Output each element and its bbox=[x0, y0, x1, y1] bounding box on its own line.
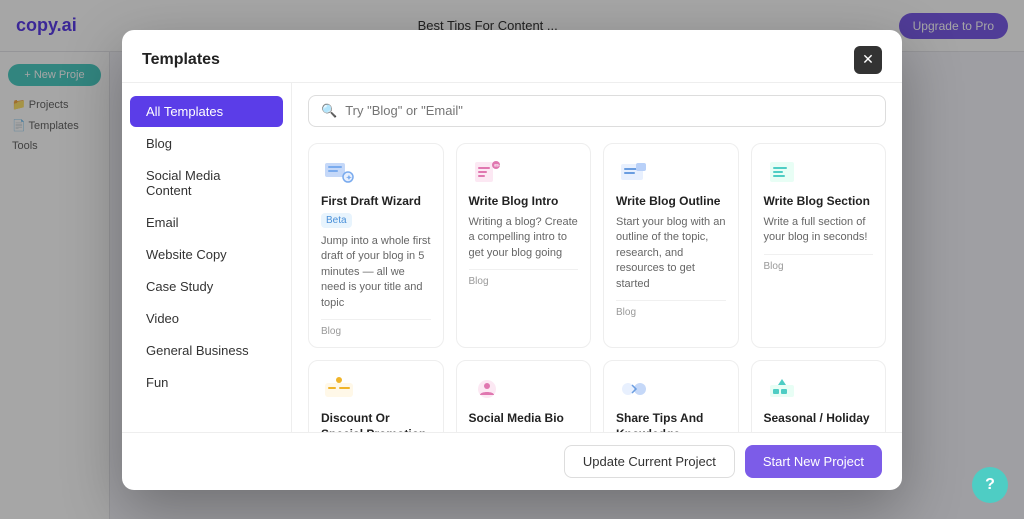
search-icon: 🔍 bbox=[321, 103, 337, 119]
nav-item-website-copy[interactable]: Website Copy bbox=[130, 239, 283, 270]
nav-item-all-templates[interactable]: All Templates bbox=[130, 96, 283, 127]
svg-text:✦: ✦ bbox=[346, 174, 352, 182]
card-icon-5 bbox=[469, 375, 505, 403]
svg-text:✏: ✏ bbox=[494, 163, 500, 170]
card-icon-1: ✏ bbox=[469, 158, 505, 186]
beta-badge: Beta bbox=[321, 213, 352, 228]
nav-item-email[interactable]: Email bbox=[130, 207, 283, 238]
template-cards-grid: ✦ First Draft WizardBeta Jump into a whole… bbox=[292, 135, 902, 432]
template-card-3[interactable]: Write Blog Section Write a full section o… bbox=[751, 143, 887, 349]
card-desc-1: Writing a blog? Create a compelling intr… bbox=[469, 215, 579, 261]
card-icon-4 bbox=[321, 375, 357, 403]
card-desc-0: Jump into a whole first draft of your bl… bbox=[321, 234, 431, 311]
modal-footer: Update Current Project Start New Project bbox=[122, 432, 902, 490]
modal-body: All TemplatesBlogSocial Media ContentEma… bbox=[122, 83, 902, 432]
card-title-3: Write Blog Section bbox=[764, 194, 874, 210]
card-title-1: Write Blog Intro bbox=[469, 194, 579, 210]
update-project-button[interactable]: Update Current Project bbox=[564, 445, 735, 478]
nav-item-fun[interactable]: Fun bbox=[130, 367, 283, 398]
template-content-area: 🔍 ✦ First Draft WizardBeta Jump into a who… bbox=[292, 83, 902, 432]
template-card-2[interactable]: Write Blog Outline Start your blog with a… bbox=[603, 143, 739, 349]
card-title-2: Write Blog Outline bbox=[616, 194, 726, 210]
template-card-0[interactable]: ✦ First Draft WizardBeta Jump into a whole… bbox=[308, 143, 444, 349]
templates-modal: Templates ✕ All TemplatesBlogSocial Medi… bbox=[122, 30, 902, 490]
start-new-project-button[interactable]: Start New Project bbox=[745, 445, 882, 478]
card-category-3: Blog bbox=[764, 254, 874, 272]
nav-item-blog[interactable]: Blog bbox=[130, 128, 283, 159]
nav-item-general-business[interactable]: General Business bbox=[130, 335, 283, 366]
card-category-2: Blog bbox=[616, 300, 726, 318]
template-category-nav: All TemplatesBlogSocial Media ContentEma… bbox=[122, 83, 292, 432]
card-icon-6 bbox=[616, 375, 652, 403]
template-card-5[interactable]: Social Media BioCreate a short bio that … bbox=[456, 360, 592, 431]
modal-header: Templates ✕ bbox=[122, 30, 902, 83]
nav-item-video[interactable]: Video bbox=[130, 303, 283, 334]
card-desc-2: Start your blog with an outline of the t… bbox=[616, 215, 726, 292]
search-bar: 🔍 bbox=[292, 83, 902, 135]
card-icon-2 bbox=[616, 158, 652, 186]
template-card-4[interactable]: Discount Or Special PromotionHave someth… bbox=[308, 360, 444, 431]
card-category-1: Blog bbox=[469, 269, 579, 287]
nav-item-social-media-content[interactable]: Social Media Content bbox=[130, 160, 283, 206]
modal-close-button[interactable]: ✕ bbox=[854, 46, 882, 74]
modal-title: Templates bbox=[142, 51, 220, 69]
template-card-7[interactable]: Seasonal / HolidayStay top of mind! Crea… bbox=[751, 360, 887, 431]
card-icon-3 bbox=[764, 158, 800, 186]
card-icon-7 bbox=[764, 375, 800, 403]
search-input[interactable] bbox=[345, 103, 873, 118]
nav-item-case-study[interactable]: Case Study bbox=[130, 271, 283, 302]
template-card-6[interactable]: Share Tips And KnowledgeShare a trick or… bbox=[603, 360, 739, 431]
card-icon-0: ✦ bbox=[321, 158, 357, 186]
card-title-7: Seasonal / Holiday bbox=[764, 411, 874, 427]
help-button[interactable]: ? bbox=[972, 467, 1008, 503]
card-desc-3: Write a full section of your blog in sec… bbox=[764, 215, 874, 246]
card-title-6: Share Tips And Knowledge bbox=[616, 411, 726, 431]
search-input-wrap: 🔍 bbox=[308, 95, 886, 127]
template-card-1[interactable]: ✏ Write Blog Intro Writing a blog? Create … bbox=[456, 143, 592, 349]
card-title-4: Discount Or Special Promotion bbox=[321, 411, 431, 431]
card-title-5: Social Media Bio bbox=[469, 411, 579, 427]
card-category-0: Blog bbox=[321, 319, 431, 337]
card-title-0: First Draft WizardBeta bbox=[321, 194, 431, 229]
